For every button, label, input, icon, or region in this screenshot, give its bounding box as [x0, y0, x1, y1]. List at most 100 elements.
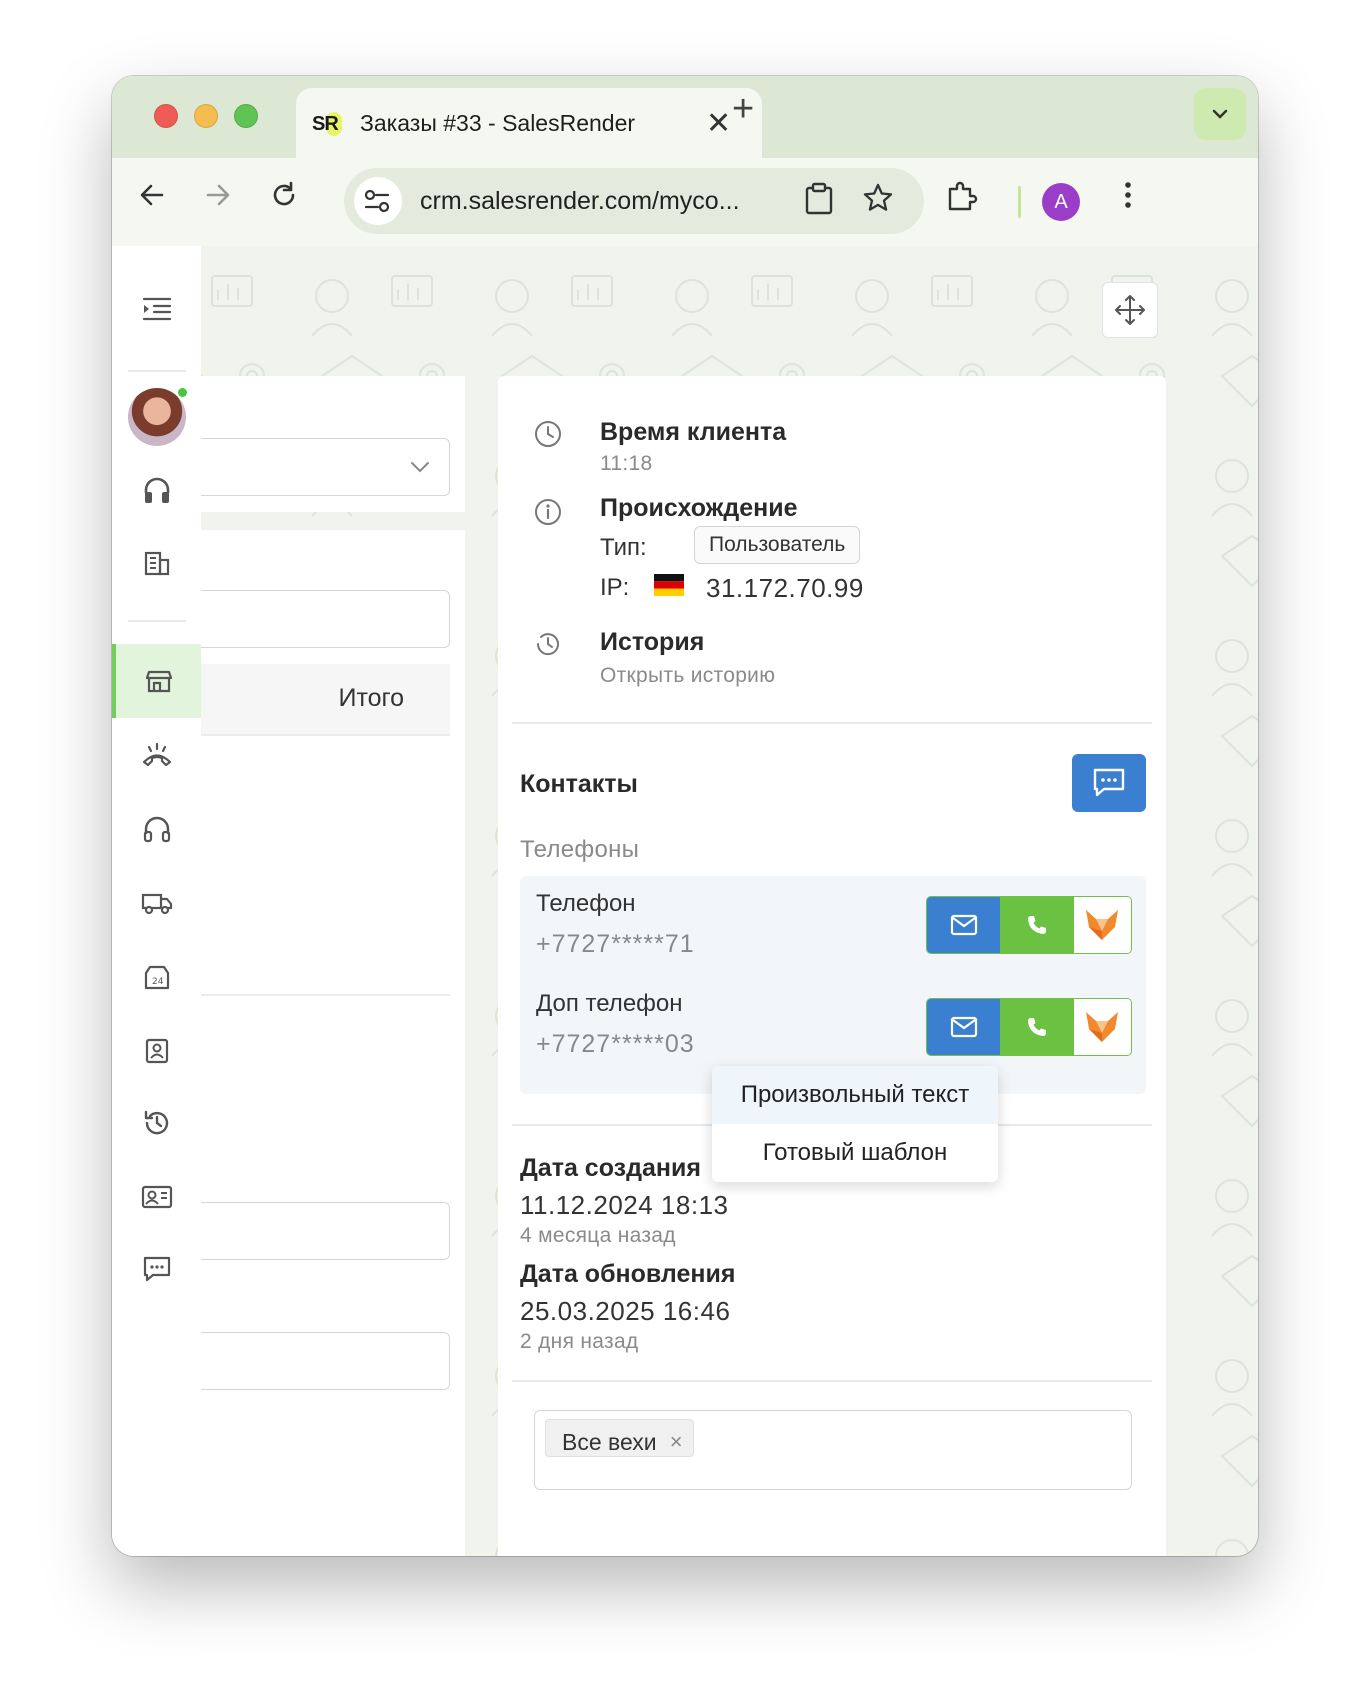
call-button[interactable]: [1000, 897, 1074, 953]
tab-close-icon[interactable]: ✕: [706, 106, 731, 141]
more-vertical-icon: [1125, 182, 1131, 208]
phone-icon: [1027, 1018, 1046, 1036]
mail-icon: [950, 1016, 977, 1038]
reload-button[interactable]: [264, 180, 304, 220]
send-message-button[interactable]: [1072, 754, 1146, 812]
sidebar-item-warehouse[interactable]: 24: [112, 946, 201, 1008]
phone-number: +7727*****03: [536, 1030, 695, 1058]
sidebar-item-operator[interactable]: [112, 460, 201, 522]
sidebar-separator: [128, 620, 186, 622]
divider: [201, 734, 450, 736]
building-icon: [144, 551, 169, 576]
message-type-menu: Произвольный текст Готовый шаблон: [712, 1066, 998, 1182]
milestones-select[interactable]: Все вехи ×: [534, 1410, 1132, 1490]
send-sms-button[interactable]: [927, 897, 1001, 953]
sidebar-item-messages[interactable]: [112, 1238, 201, 1300]
truck-icon: [141, 893, 172, 915]
history-title: История: [600, 628, 705, 656]
online-status-dot: [176, 386, 189, 399]
drag-handle-button[interactable]: [1102, 282, 1158, 338]
section-divider: [512, 1380, 1152, 1382]
browser-toolbar: crm.salesrender.com/myco... A: [112, 158, 1258, 246]
clock-icon: [535, 421, 561, 447]
mail-icon: [950, 914, 977, 936]
browser-tab[interactable]: SR Заказы #33 - SalesRender ✕: [296, 88, 762, 158]
sidebar-item-delivery[interactable]: [112, 872, 201, 934]
sidebar-item-contacts[interactable]: [112, 1020, 201, 1082]
client-time-title: Время клиента: [600, 418, 787, 446]
address-bar[interactable]: crm.salesrender.com/myco...: [344, 168, 924, 234]
left-order-card: Итого: [201, 530, 465, 1556]
note-field[interactable]: [201, 1332, 450, 1390]
maximize-window-button[interactable]: [234, 104, 258, 128]
sidebar-item-support[interactable]: [112, 798, 201, 860]
chat-icon: [143, 1256, 170, 1282]
close-window-button[interactable]: [154, 104, 178, 128]
arrow-right-icon: [206, 184, 230, 206]
updated-date-ago: 2 дня назад: [520, 1330, 639, 1353]
send-sms-button[interactable]: [927, 999, 1001, 1055]
phone-icon: [1027, 916, 1046, 934]
sidebar-item-company[interactable]: [112, 532, 201, 594]
origin-ip-value: 31.172.70.99: [706, 573, 864, 603]
sidebar-item-staff[interactable]: [112, 1166, 201, 1228]
browser-menu-button[interactable]: [1108, 180, 1148, 220]
call-button[interactable]: [1000, 999, 1074, 1055]
tab-strip: SR Заказы #33 - SalesRender ✕ +: [112, 76, 1258, 158]
browser-window: SR Заказы #33 - SalesRender ✕ + crm.sale…: [112, 76, 1258, 1556]
origin-type-label: Тип:: [600, 534, 647, 561]
sidebar-item-history[interactable]: [112, 1092, 201, 1154]
phone-actions: [926, 998, 1132, 1056]
site-settings-button[interactable]: [354, 177, 402, 225]
remove-tag-icon[interactable]: ×: [670, 1420, 683, 1464]
contacts-title: Контакты: [520, 770, 638, 798]
history-icon: [536, 633, 559, 656]
created-date-title: Дата создания: [520, 1154, 701, 1182]
chevron-down-icon: [1212, 109, 1228, 119]
toolbar-separator: [1018, 186, 1021, 218]
total-label: Итого: [338, 684, 404, 712]
status-select[interactable]: [201, 438, 450, 496]
tab-title: Заказы #33 - SalesRender: [360, 110, 636, 136]
milestone-tag-label: Все вехи: [562, 1429, 657, 1455]
sidebar-item-orders[interactable]: [112, 644, 201, 718]
phone-name: Доп телефон: [536, 990, 683, 1017]
svg-text:24: 24: [152, 977, 164, 987]
left-filter-card: [201, 376, 465, 512]
menu-item-template[interactable]: Готовый шаблон: [712, 1124, 998, 1182]
updated-date-value: 25.03.2025 16:46: [520, 1296, 731, 1326]
clipboard-icon: [805, 182, 833, 215]
menu-item-custom-text[interactable]: Произвольный текст: [712, 1066, 998, 1124]
forward-button[interactable]: [198, 180, 238, 220]
order-field[interactable]: [201, 590, 450, 648]
headphones-icon: [143, 816, 170, 843]
tab-search-button[interactable]: [1194, 88, 1246, 140]
comment-field[interactable]: [201, 1202, 450, 1260]
origin-title: Происхождение: [600, 494, 798, 522]
fox-icon: [1086, 910, 1119, 940]
page-content: 24 Итого Время клиента 11:18 Происхожден…: [112, 246, 1258, 1556]
back-button[interactable]: [132, 180, 172, 220]
puzzle-icon: [948, 181, 978, 211]
section-divider: [512, 722, 1152, 724]
bookmark-button[interactable]: [862, 182, 894, 222]
order-details-panel: Время клиента 11:18 Происхождение Тип: П…: [498, 376, 1166, 1556]
extensions-button[interactable]: [942, 180, 982, 220]
open-history-link[interactable]: Открыть историю: [600, 664, 775, 688]
arrow-left-icon: [140, 184, 164, 206]
phones-list: Телефон +7727*****71 Доп телефон +7727**…: [520, 876, 1146, 1094]
profile-avatar[interactable]: A: [1042, 183, 1080, 221]
fox-integration-button[interactable]: [1073, 897, 1131, 953]
clipboard-button[interactable]: [804, 182, 834, 224]
move-icon: [1115, 295, 1145, 325]
new-tab-button[interactable]: +: [732, 88, 754, 131]
fox-integration-button[interactable]: [1073, 999, 1131, 1055]
url-text[interactable]: crm.salesrender.com/myco...: [420, 187, 740, 216]
star-icon: [863, 183, 893, 211]
minimize-window-button[interactable]: [194, 104, 218, 128]
headset-filled-icon: [144, 477, 169, 503]
phones-label: Телефоны: [520, 836, 640, 863]
sidebar-collapse-button[interactable]: [112, 278, 201, 340]
created-date-ago: 4 месяца назад: [520, 1224, 676, 1247]
sidebar-item-calls[interactable]: [112, 724, 201, 786]
